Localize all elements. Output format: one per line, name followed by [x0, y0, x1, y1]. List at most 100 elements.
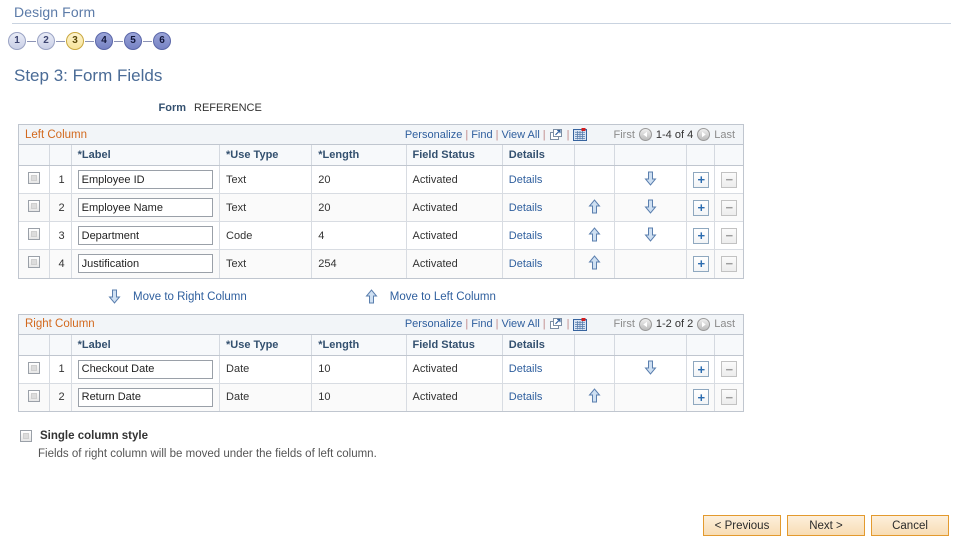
move-down-cell[interactable]: [614, 221, 688, 250]
single-column-style-label: Single column style: [40, 430, 148, 442]
step-node-3[interactable]: 3: [66, 32, 84, 50]
move-to-left-group[interactable]: Move to Left Column: [365, 289, 496, 304]
add-row-button[interactable]: +: [693, 361, 710, 377]
step-node-1[interactable]: 1: [8, 32, 26, 50]
delete-row-button[interactable]: −: [721, 227, 738, 244]
previous-page-icon[interactable]: [638, 128, 652, 141]
move-up-cell[interactable]: [574, 249, 616, 278]
details-link[interactable]: Details: [509, 391, 543, 403]
delete-row-button[interactable]: −: [721, 389, 738, 406]
download-grid-icon[interactable]: [573, 317, 588, 331]
delete-row-cell[interactable]: −: [714, 221, 743, 250]
move-up-cell[interactable]: [574, 221, 616, 250]
label-input[interactable]: [77, 387, 214, 407]
step-connector: [27, 40, 36, 42]
row-select-cell[interactable]: [19, 193, 50, 222]
step-node-4[interactable]: 4: [95, 32, 113, 50]
label-input[interactable]: [77, 359, 214, 379]
delete-row-button[interactable]: −: [721, 361, 738, 377]
find-link[interactable]: Find: [471, 129, 492, 141]
label-input[interactable]: [77, 170, 214, 189]
next-page-icon[interactable]: [697, 128, 711, 141]
step-train: 1 2 3 4 5 6: [8, 30, 961, 52]
move-down-cell[interactable]: [614, 165, 688, 194]
label-input[interactable]: [77, 198, 214, 217]
view-all-link[interactable]: View All: [501, 318, 539, 330]
add-row-cell[interactable]: +: [686, 355, 716, 384]
delete-row-cell[interactable]: −: [714, 355, 743, 384]
right-column-rows: 1 Date 10 Activated Details + − 2 Date 1…: [19, 355, 743, 411]
delete-row-cell[interactable]: −: [714, 249, 743, 278]
row-select-cell[interactable]: [19, 355, 50, 384]
single-column-style-row[interactable]: Single column style: [20, 430, 961, 442]
find-link[interactable]: Find: [471, 318, 492, 330]
next-page-icon[interactable]: [697, 317, 711, 331]
step-node-2[interactable]: 2: [37, 32, 55, 50]
last-link[interactable]: Last: [714, 129, 735, 141]
move-to-left-column-link[interactable]: Move to Left Column: [390, 291, 496, 303]
cancel-button[interactable]: Cancel: [871, 515, 949, 536]
single-column-style-checkbox[interactable]: [20, 430, 32, 442]
row-checkbox[interactable]: [27, 172, 40, 184]
length-cell: 10: [311, 383, 407, 411]
view-all-link[interactable]: View All: [501, 129, 539, 141]
expand-window-icon[interactable]: [549, 317, 564, 331]
delete-row-cell[interactable]: −: [714, 383, 743, 411]
details-link[interactable]: Details: [509, 258, 543, 270]
details-link[interactable]: Details: [509, 363, 543, 375]
first-link[interactable]: First: [614, 318, 635, 330]
delete-row-button[interactable]: −: [721, 199, 738, 216]
personalize-link[interactable]: Personalize: [405, 318, 462, 330]
add-row-cell[interactable]: +: [686, 165, 716, 194]
row-number: 1: [49, 165, 72, 194]
details-link[interactable]: Details: [509, 202, 543, 214]
details-link[interactable]: Details: [509, 174, 543, 186]
previous-page-icon[interactable]: [638, 317, 652, 331]
add-row-button[interactable]: +: [693, 227, 710, 244]
delete-row-button[interactable]: −: [721, 255, 738, 272]
step-node-6[interactable]: 6: [153, 32, 171, 50]
move-down-cell[interactable]: [614, 193, 688, 222]
move-up-cell: [574, 165, 616, 194]
move-to-right-group[interactable]: Move to Right Column: [108, 289, 247, 304]
row-select-cell[interactable]: [19, 249, 50, 278]
expand-window-icon[interactable]: [549, 128, 564, 142]
row-select-cell[interactable]: [19, 221, 50, 250]
step-node-5[interactable]: 5: [124, 32, 142, 50]
delete-row-cell[interactable]: −: [714, 165, 743, 194]
label-input[interactable]: [77, 254, 214, 274]
arrow-up-icon: [365, 289, 378, 304]
add-row-button[interactable]: +: [693, 171, 710, 188]
next-button[interactable]: Next >: [787, 515, 865, 536]
row-checkbox[interactable]: [27, 389, 40, 402]
row-checkbox[interactable]: [27, 256, 40, 269]
add-row-button[interactable]: +: [693, 199, 710, 216]
delete-row-cell[interactable]: −: [714, 193, 743, 222]
row-checkbox[interactable]: [27, 228, 40, 240]
label-cell: [71, 249, 221, 278]
row-checkbox[interactable]: [27, 361, 40, 374]
row-select-cell[interactable]: [19, 383, 50, 411]
last-link[interactable]: Last: [714, 318, 735, 330]
delete-row-button[interactable]: −: [721, 171, 738, 188]
personalize-link[interactable]: Personalize: [405, 129, 462, 141]
first-link[interactable]: First: [614, 129, 635, 141]
details-cell: Details: [502, 383, 575, 411]
add-row-button[interactable]: +: [693, 255, 710, 272]
previous-button[interactable]: < Previous: [703, 515, 781, 536]
label-input[interactable]: [77, 226, 214, 245]
add-row-cell[interactable]: +: [686, 221, 716, 250]
add-row-button[interactable]: +: [693, 389, 710, 406]
row-select-cell[interactable]: [19, 165, 50, 194]
move-up-cell[interactable]: [574, 383, 616, 411]
row-checkbox[interactable]: [27, 200, 40, 212]
add-row-cell[interactable]: +: [686, 249, 716, 278]
move-up-cell[interactable]: [574, 193, 616, 222]
move-down-cell[interactable]: [614, 355, 688, 384]
add-row-cell[interactable]: +: [686, 193, 716, 222]
row-number: 2: [49, 193, 72, 222]
download-grid-icon[interactable]: [573, 128, 588, 142]
add-row-cell[interactable]: +: [686, 383, 716, 411]
details-link[interactable]: Details: [509, 230, 543, 242]
move-to-right-column-link[interactable]: Move to Right Column: [133, 291, 247, 303]
